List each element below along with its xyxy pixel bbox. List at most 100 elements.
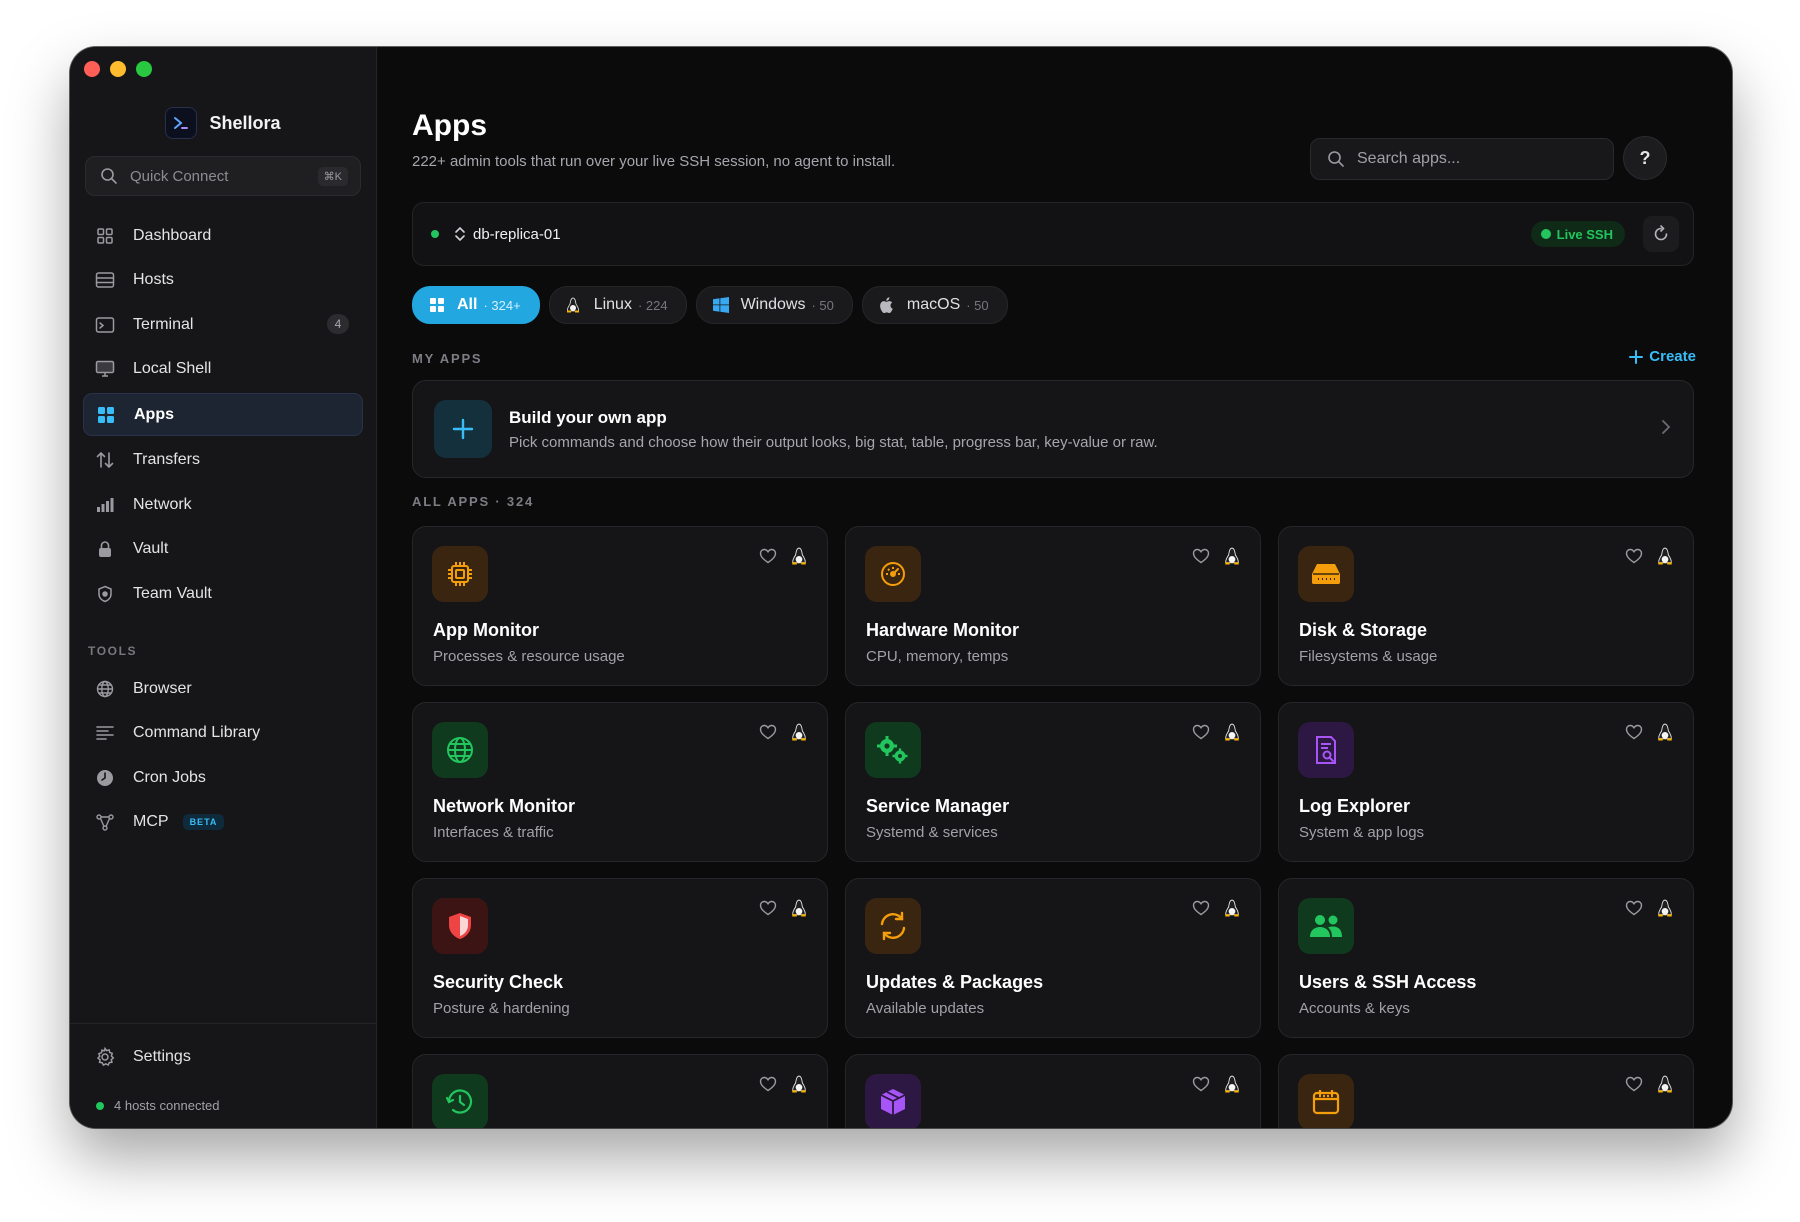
live-dot-icon	[1540, 229, 1551, 239]
refresh-button[interactable]	[1643, 216, 1679, 252]
linux-icon	[1658, 1075, 1672, 1093]
close-window-button[interactable]	[84, 61, 100, 77]
app-card-partial-2[interactable]	[845, 1054, 1261, 1128]
build-your-own-app-card[interactable]: Build your own app Pick commands and cho…	[412, 380, 1694, 478]
sidebar-item-label: Local Shell	[133, 360, 212, 377]
heart-icon[interactable]	[1625, 723, 1643, 741]
app-description: CPU, memory, temps	[866, 648, 1009, 665]
heart-icon[interactable]	[759, 547, 777, 565]
build-app-description: Pick commands and choose how their outpu…	[509, 433, 1158, 451]
app-card-service-manager[interactable]: Service Manager Systemd & services	[845, 702, 1261, 862]
globe-icon	[432, 722, 488, 778]
app-description: Posture & hardening	[433, 1000, 570, 1017]
gauge-icon	[865, 546, 921, 602]
nodes-icon	[94, 811, 116, 833]
create-app-button[interactable]: Create	[1629, 348, 1696, 365]
sidebar-item-local-shell[interactable]: Local Shell	[83, 349, 363, 390]
heart-icon[interactable]	[1625, 899, 1643, 917]
my-apps-section-label: MY APPS	[412, 351, 483, 366]
sidebar-item-label: Command Library	[133, 724, 261, 741]
app-card-partial-1[interactable]	[412, 1054, 828, 1128]
sidebar-item-browser[interactable]: Browser	[83, 668, 363, 709]
heart-icon[interactable]	[1192, 899, 1210, 917]
sidebar-nav: Dashboard Hosts Terminal 4 Local Shell A…	[83, 215, 363, 618]
refresh-icon	[1654, 225, 1668, 241]
app-card-hardware-monitor[interactable]: Hardware Monitor CPU, memory, temps	[845, 526, 1261, 686]
calendar-icon	[1298, 1074, 1354, 1128]
sidebar-item-dashboard[interactable]: Dashboard	[83, 215, 363, 256]
host-online-dot-icon	[431, 230, 439, 238]
chevron-up-down-icon[interactable]	[453, 226, 467, 242]
sidebar-item-cron-jobs[interactable]: Cron Jobs	[83, 757, 363, 798]
filter-all[interactable]: All · 324+	[412, 286, 540, 324]
tools-section-label: TOOLS	[88, 644, 138, 658]
connection-status: 4 hosts connected	[96, 1098, 220, 1113]
help-button[interactable]: ?	[1623, 136, 1667, 180]
linux-icon	[1225, 1075, 1239, 1093]
linux-icon	[1658, 899, 1672, 917]
filter-label: macOS	[906, 296, 961, 313]
linux-icon	[1225, 547, 1239, 565]
app-card-users-ssh-access[interactable]: Users & SSH Access Accounts & keys	[1278, 878, 1694, 1038]
linux-icon	[1658, 723, 1672, 741]
minimize-window-button[interactable]	[110, 61, 126, 77]
settings-label: Settings	[133, 1047, 191, 1065]
chip-icon	[432, 546, 488, 602]
filter-windows[interactable]: Windows · 50	[695, 286, 853, 324]
search-field[interactable]	[1310, 138, 1614, 180]
app-title: Network Monitor	[433, 796, 575, 816]
clock-icon	[94, 767, 116, 789]
app-card-security-check[interactable]: Security Check Posture & hardening	[412, 878, 828, 1038]
heart-icon[interactable]	[759, 1075, 777, 1093]
sidebar-item-terminal[interactable]: Terminal 4	[83, 304, 363, 345]
apple-icon	[879, 297, 895, 313]
page-subtitle: 222+ admin tools that run over your live…	[412, 153, 896, 170]
app-title: Log Explorer	[1299, 796, 1411, 816]
filter-linux[interactable]: Linux · 224	[548, 286, 687, 324]
heart-icon[interactable]	[1192, 723, 1210, 741]
list-icon	[94, 722, 116, 744]
filter-macos[interactable]: macOS · 50	[861, 286, 1008, 324]
zoom-window-button[interactable]	[136, 61, 152, 77]
sidebar-item-settings[interactable]: Settings	[83, 1036, 363, 1077]
heart-icon[interactable]	[759, 899, 777, 917]
linux-icon	[792, 723, 806, 741]
app-description: Interfaces & traffic	[433, 824, 554, 841]
sidebar-item-command-library[interactable]: Command Library	[83, 713, 363, 754]
sidebar-item-transfers[interactable]: Transfers	[83, 440, 363, 481]
beta-badge: BETA	[182, 814, 225, 830]
app-card-updates-packages[interactable]: Updates & Packages Available updates	[845, 878, 1261, 1038]
app-title: Users & SSH Access	[1299, 972, 1477, 992]
app-card-partial-3[interactable]	[1278, 1054, 1694, 1128]
sidebar-item-team-vault[interactable]: Team Vault	[83, 573, 363, 614]
sidebar-item-mcp[interactable]: MCP BETA	[83, 802, 363, 843]
heart-icon[interactable]	[1192, 547, 1210, 565]
heart-icon[interactable]	[759, 723, 777, 741]
app-title: Updates & Packages	[866, 972, 1044, 992]
app-card-log-explorer[interactable]: Log Explorer System & app logs	[1278, 702, 1694, 862]
sidebar-item-vault[interactable]: Vault	[83, 529, 363, 570]
quick-connect-input[interactable]: Quick Connect ⌘K	[85, 156, 361, 196]
app-title: Disk & Storage	[1299, 620, 1428, 640]
sidebar-item-hosts[interactable]: Hosts	[83, 260, 363, 301]
tools-nav: Browser Command Library Cron Jobs MCP BE…	[83, 668, 363, 846]
host-name[interactable]: db-replica-01	[473, 226, 561, 243]
app-description: Accounts & keys	[1299, 1000, 1410, 1017]
status-text: 4 hosts connected	[114, 1098, 220, 1113]
linux-icon	[792, 1075, 806, 1093]
app-description: System & app logs	[1299, 824, 1425, 841]
live-ssh-label: Live SSH	[1556, 226, 1613, 242]
sidebar-item-network[interactable]: Network	[83, 484, 363, 525]
sidebar-item-apps[interactable]: Apps	[83, 393, 363, 436]
heart-icon[interactable]	[1625, 1075, 1643, 1093]
sidebar-item-label: Hosts	[133, 271, 174, 288]
app-card-app-monitor[interactable]: App Monitor Processes & resource usage	[412, 526, 828, 686]
app-card-disk-storage[interactable]: Disk & Storage Filesystems & usage	[1278, 526, 1694, 686]
live-ssh-badge: Live SSH	[1530, 221, 1625, 247]
heart-icon[interactable]	[1625, 547, 1643, 565]
app-title: App Monitor	[433, 620, 539, 640]
sidebar-item-label: Network	[133, 495, 192, 513]
app-card-network-monitor[interactable]: Network Monitor Interfaces & traffic	[412, 702, 828, 862]
heart-icon[interactable]	[1192, 1075, 1210, 1093]
search-input[interactable]	[1355, 149, 1599, 169]
